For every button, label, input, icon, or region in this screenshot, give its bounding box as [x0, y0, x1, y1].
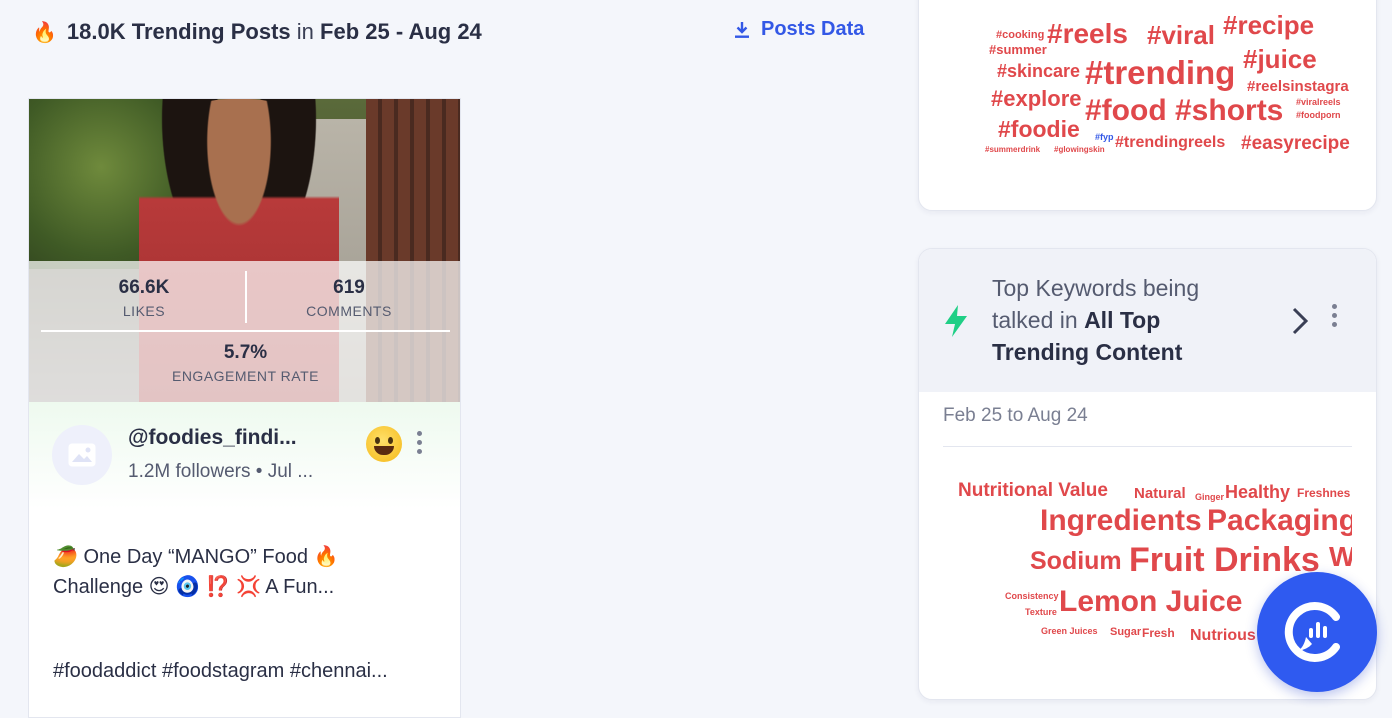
cloud-word: #viral [1147, 20, 1215, 50]
cloud-word: #foodie [998, 116, 1080, 142]
chat-assistant-button[interactable] [1257, 572, 1377, 692]
posts-data-button[interactable]: Posts Data [733, 18, 864, 41]
download-icon [735, 21, 749, 38]
page-header: 🔥 18.0K Trending Posts in Feb 25 - Aug 2… [32, 16, 482, 48]
cloud-word: Nutrious [1190, 627, 1256, 644]
cloud-word: #cooking [996, 29, 1045, 41]
author-meta: 1.2M followers • Jul ... [128, 461, 314, 482]
post-thumbnail[interactable]: 66.6K LIKES 619 COMMENTS 5.7% ENGAGEMENT… [29, 99, 460, 402]
cloud-word: #reels [1047, 18, 1128, 49]
cloud-word: #shorts [1175, 94, 1284, 127]
author-handle[interactable]: @foodies_findi... [128, 426, 297, 450]
keywords-menu-icon[interactable] [1332, 304, 1338, 331]
comments-label: COMMENTS [306, 303, 392, 319]
cloud-word: #viralreels [1296, 97, 1341, 107]
comments-stat: 619 COMMENTS [249, 277, 449, 319]
post-card[interactable]: 66.6K LIKES 619 COMMENTS 5.7% ENGAGEMENT… [28, 98, 461, 718]
cloud-word: #trending [1085, 54, 1236, 91]
chat-analytics-icon [1284, 602, 1340, 662]
cloud-word: Texture [1025, 607, 1057, 617]
fire-icon: 🔥 [32, 21, 57, 44]
cloud-word: #skincare [997, 61, 1081, 81]
cloud-word: Fresh [1142, 626, 1175, 640]
cloud-word: #summer [989, 42, 1047, 57]
engagement-stat: 5.7% ENGAGEMENT RATE [29, 342, 460, 384]
cloud-word: #reelsinstagra [1247, 78, 1349, 95]
cloud-word: Healthy [1225, 482, 1291, 502]
cloud-word: Lemon Juice [1059, 585, 1243, 618]
top-keywords-title: Top Keywords being talked in All Top Tre… [992, 272, 1252, 368]
cloud-word: Sodium [1030, 547, 1122, 575]
sentiment-emoji-icon[interactable] [366, 426, 402, 462]
hashtag-cloud-card: #cooking #reels #viral #recipe #summer #… [918, 0, 1377, 211]
image-placeholder-icon [68, 443, 96, 467]
cloud-word: #juice [1243, 44, 1317, 74]
cloud-word: #fyp [1095, 132, 1114, 142]
post-caption: 🥭 One Day “MANGO” Food 🔥 Challenge 😍 🧿 ⁉… [53, 542, 448, 602]
cloud-word: #foodporn [1296, 110, 1341, 120]
caption-line-2: Challenge 😍 🧿 ⁉️ 💢 A Fun... [53, 576, 335, 598]
likes-stat: 66.6K LIKES [49, 277, 239, 319]
cloud-word: W [1329, 543, 1352, 571]
chevron-right-icon[interactable] [1289, 306, 1311, 336]
cloud-word: Nutritional Value [958, 480, 1108, 501]
cloud-word: Ginger [1195, 492, 1225, 502]
cloud-word: #glowingskin [1054, 145, 1105, 154]
cloud-word: #trendingreels [1115, 134, 1226, 151]
in-label: in [296, 19, 314, 44]
post-stats: 66.6K LIKES 619 COMMENTS 5.7% ENGAGEMENT… [29, 261, 460, 402]
top-keywords-header[interactable]: Top Keywords being talked in All Top Tre… [919, 249, 1376, 392]
cloud-word: #explore [991, 86, 1082, 111]
posts-data-label: Posts Data [761, 18, 865, 40]
lightning-icon [945, 305, 967, 337]
comments-value: 619 [333, 277, 365, 298]
hashtag-cloud: #cooking #reels #viral #recipe #summer #… [919, 1, 1352, 191]
likes-label: LIKES [122, 303, 166, 319]
author-row: @foodies_findi... 1.2M followers • Jul .… [29, 402, 460, 509]
avatar[interactable] [52, 425, 112, 485]
trending-count: 18.0K Trending Posts [66, 19, 291, 44]
likes-value: 66.6K [118, 277, 170, 298]
keywords-date-range: Feb 25 to Aug 24 [943, 405, 1088, 426]
cloud-word: Sugar [1110, 626, 1142, 638]
post-hashtags: #foodaddict #foodstagram #chennai... [53, 660, 388, 682]
cloud-word: Natural [1134, 485, 1186, 502]
cloud-word: Fruit Drinks [1129, 541, 1320, 579]
cloud-word: Green Juices [1041, 626, 1098, 636]
divider [943, 446, 1352, 447]
cloud-word: Freshnes [1297, 486, 1351, 500]
cloud-word: Ingredients [1040, 504, 1202, 537]
cloud-word: #easyrecipe [1241, 133, 1350, 154]
caption-line-1: 🥭 One Day “MANGO” Food 🔥 [53, 546, 339, 568]
engagement-value: 5.7% [223, 342, 268, 363]
cloud-word: #recipe [1223, 10, 1315, 40]
cloud-word: Consistency [1005, 591, 1059, 601]
engagement-label: ENGAGEMENT RATE [171, 368, 319, 384]
date-range: Feb 25 - Aug 24 [320, 19, 482, 44]
post-menu-icon[interactable] [417, 431, 423, 458]
cloud-word: Packaging [1207, 504, 1352, 537]
cloud-word: #summerdrink [985, 145, 1041, 154]
cloud-word: #food [1085, 94, 1167, 127]
